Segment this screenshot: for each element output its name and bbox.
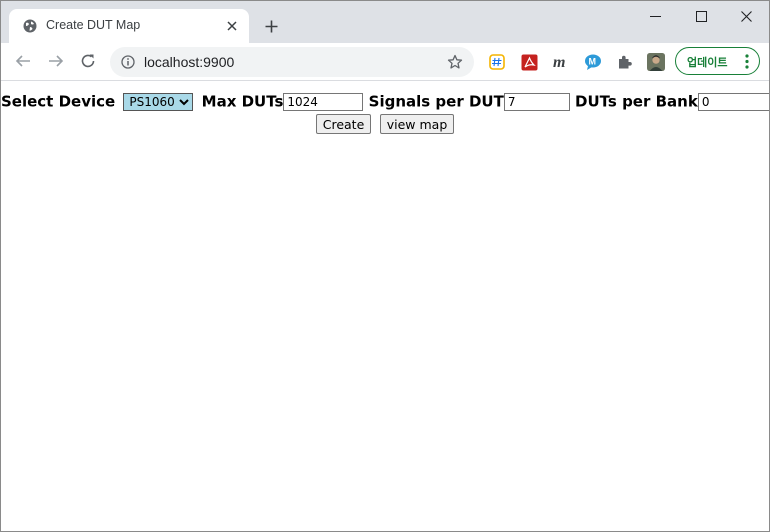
tab-close-button[interactable] — [224, 18, 240, 34]
svg-text:M: M — [589, 57, 597, 67]
maximize-button[interactable] — [678, 5, 724, 27]
arrow-left-icon — [15, 55, 30, 67]
tab-strip: Create DUT Map — [1, 1, 769, 43]
device-select[interactable]: PS1060 — [123, 92, 194, 111]
reload-icon — [81, 54, 95, 68]
new-tab-button[interactable] — [261, 16, 281, 36]
minimize-button[interactable] — [632, 5, 678, 27]
view-map-button[interactable]: view map — [379, 114, 455, 134]
duts-per-bank-input[interactable] — [697, 92, 769, 111]
minimize-icon — [649, 15, 661, 17]
signals-per-dut-label: Signals per DUT — [368, 92, 504, 111]
action-buttons: Create view map — [1, 114, 769, 134]
puzzle-icon[interactable] — [616, 53, 634, 71]
window-close-button[interactable] — [723, 5, 769, 27]
duts-per-bank-label: DUTs per Bank — [575, 92, 698, 111]
max-duts-label: Max DUTs — [201, 92, 284, 111]
avatar[interactable] — [647, 53, 665, 71]
browser-toolbar: localhost:9900 m M 업데이트 — [1, 43, 769, 81]
signals-per-dut-input[interactable] — [503, 92, 570, 111]
update-button[interactable]: 업데이트 — [675, 47, 760, 75]
maximize-icon — [695, 10, 707, 22]
browser-window: Create DUT Map localhost:9900 m M 업데이트 S… — [0, 0, 770, 532]
svg-text:m: m — [553, 54, 565, 70]
close-icon — [740, 10, 752, 22]
max-duts-input[interactable] — [283, 92, 364, 111]
close-icon — [227, 21, 237, 31]
device-form: Select Device PS1060 Max DUTs Signals pe… — [1, 90, 769, 113]
page-content: Select Device PS1060 Max DUTs Signals pe… — [1, 81, 769, 531]
back-button[interactable] — [12, 50, 34, 72]
reload-button[interactable] — [77, 50, 99, 72]
plus-icon — [265, 20, 277, 32]
address-bar[interactable]: localhost:9900 — [110, 47, 474, 77]
hash-extension-icon[interactable] — [488, 53, 506, 71]
menu-dots-icon — [745, 54, 749, 69]
create-button[interactable]: Create — [315, 114, 372, 134]
m-extension-icon[interactable]: m — [552, 53, 570, 71]
url-text: localhost:9900 — [144, 54, 235, 70]
select-device-label: Select Device — [1, 92, 116, 111]
tab-title: Create DUT Map — [46, 18, 141, 32]
chat-extension-icon[interactable]: M — [584, 53, 602, 71]
arrow-right-icon — [49, 55, 64, 67]
globe-icon — [23, 19, 37, 33]
pdf-icon[interactable] — [520, 53, 538, 71]
browser-tab[interactable]: Create DUT Map — [9, 9, 249, 43]
info-icon[interactable] — [121, 55, 135, 69]
update-label: 업데이트 — [687, 57, 728, 69]
forward-button[interactable] — [45, 50, 67, 72]
star-icon[interactable] — [447, 54, 463, 70]
